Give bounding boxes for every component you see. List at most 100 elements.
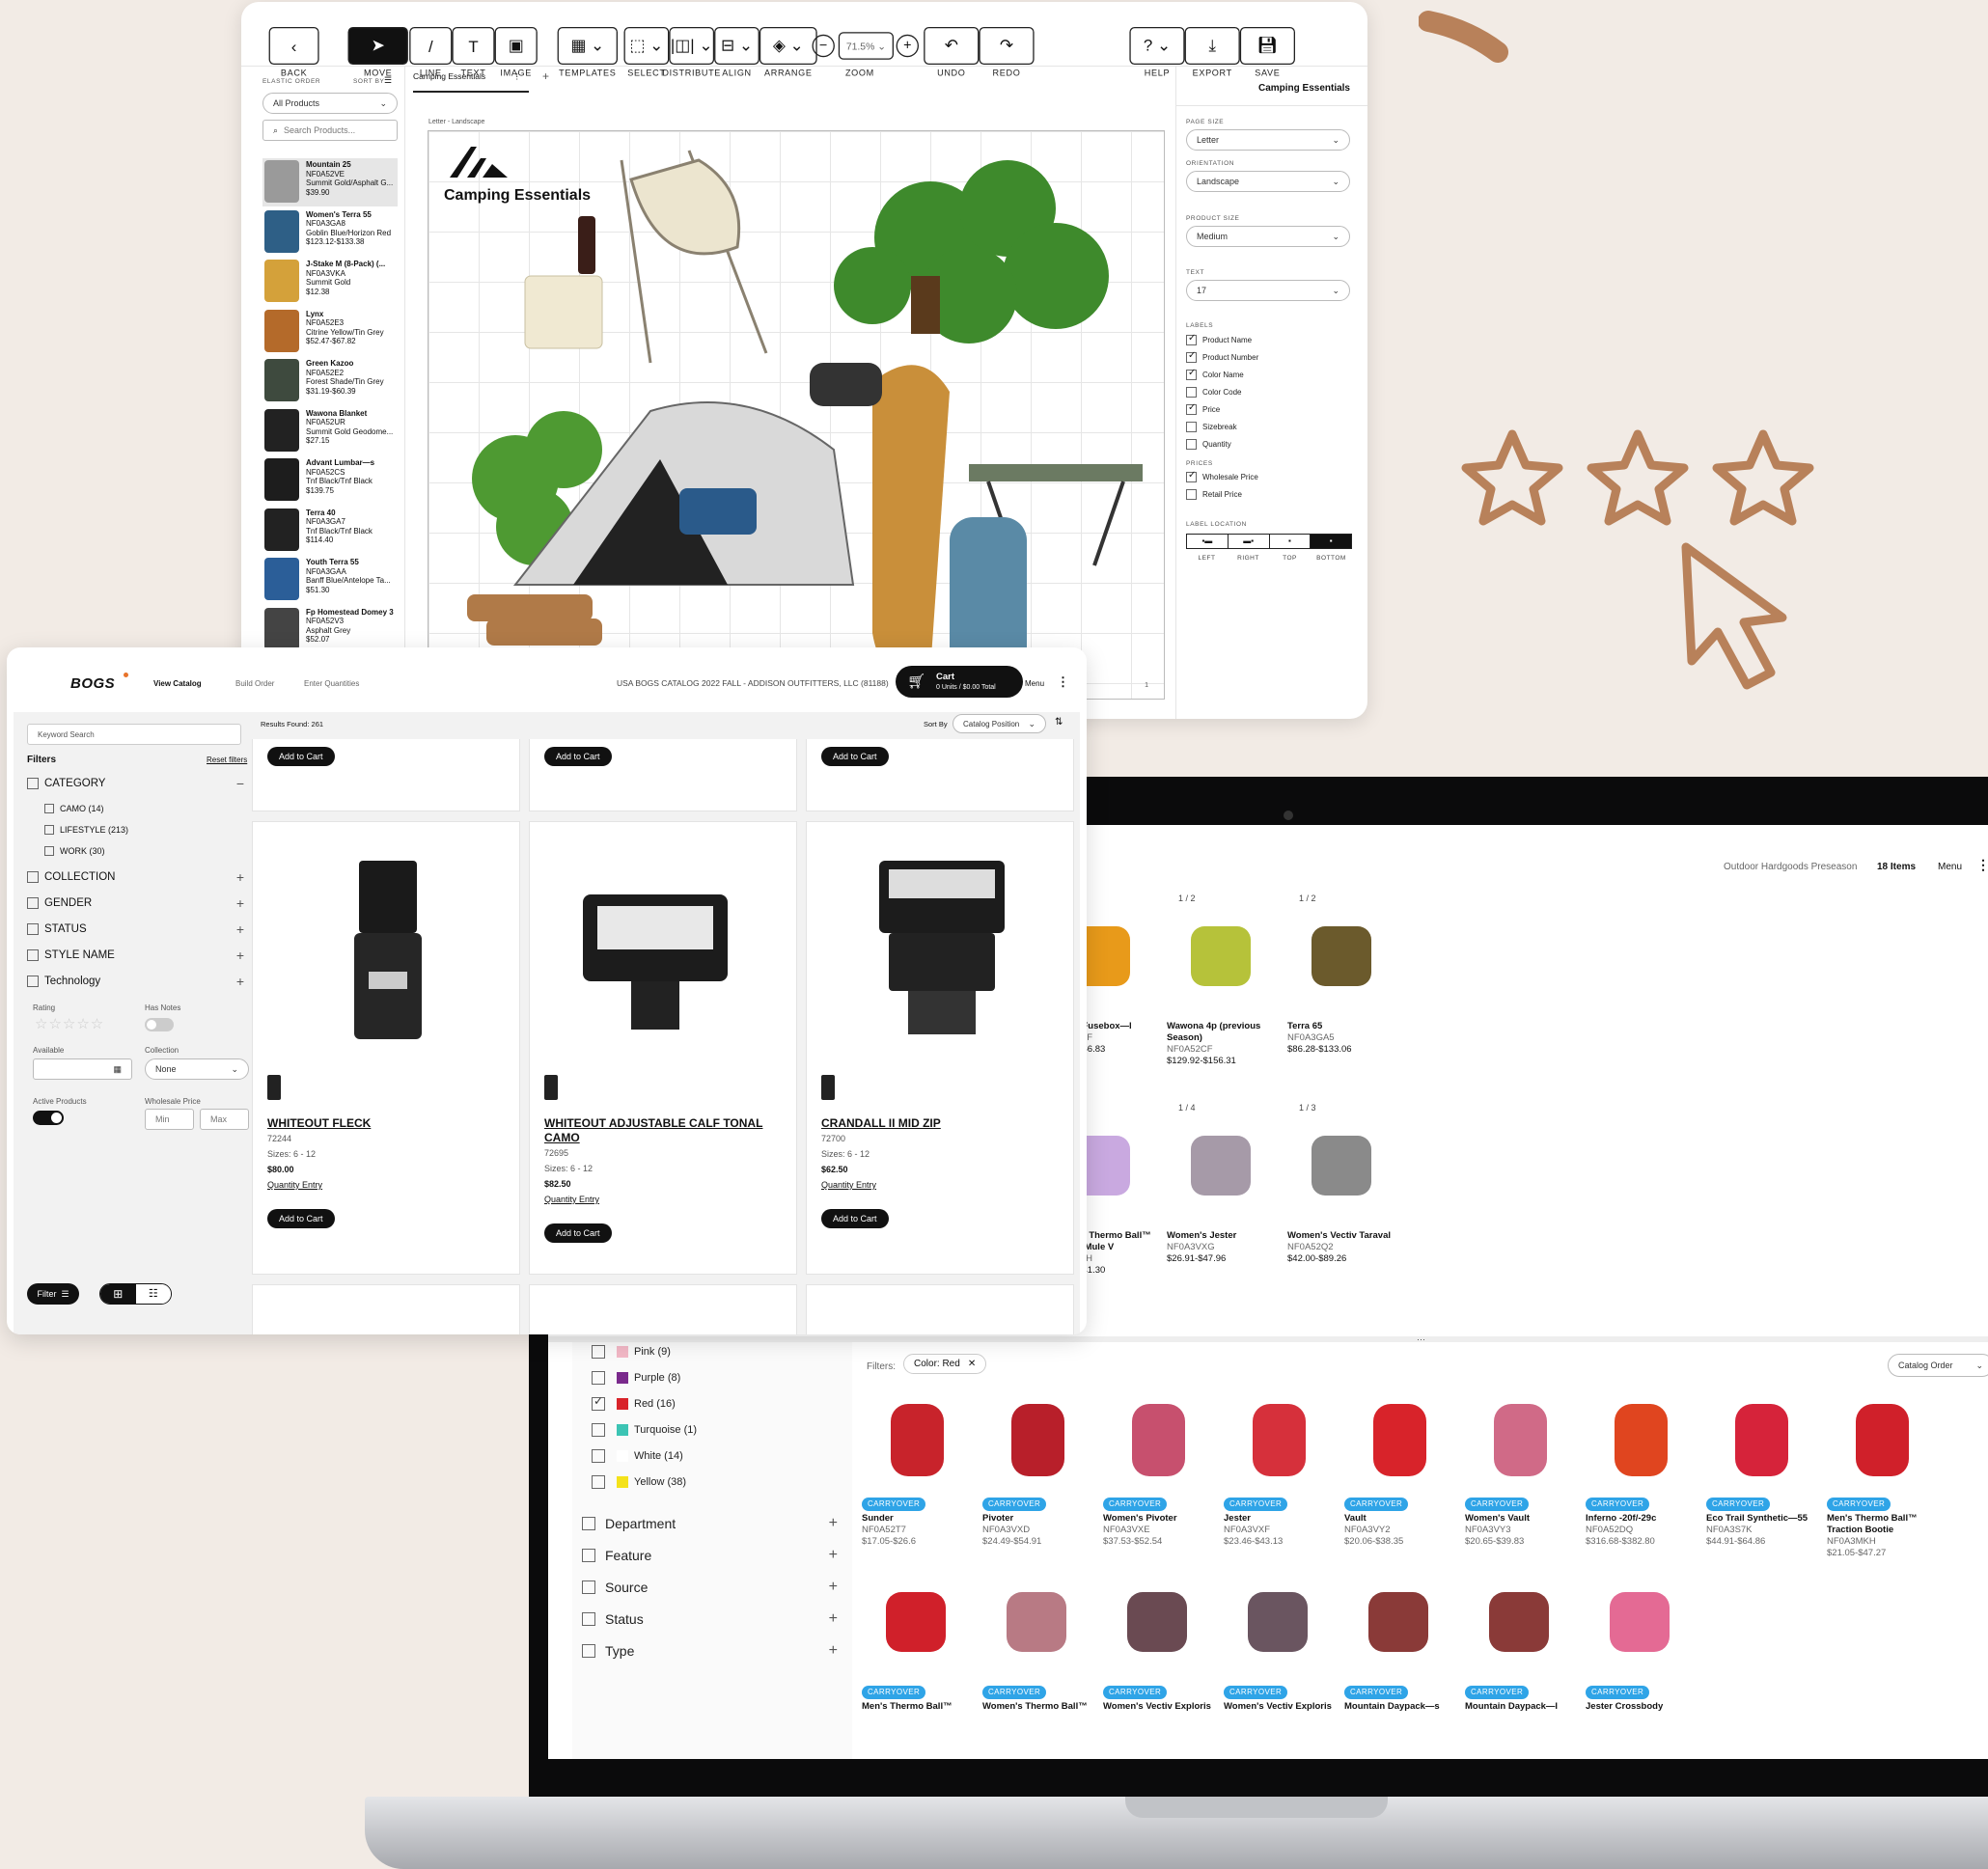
add-to-cart-button[interactable]: Add to Cart xyxy=(821,747,889,766)
rating-stars-input[interactable]: ☆☆☆☆☆ xyxy=(35,1015,104,1032)
checkbox[interactable] xyxy=(592,1394,605,1411)
add-to-cart-button[interactable]: Add to Cart xyxy=(544,747,612,766)
category-option[interactable]: WORK (30) xyxy=(44,846,262,856)
expand-icon[interactable]: + xyxy=(236,974,244,989)
nav-link-1[interactable]: Build Order xyxy=(235,679,274,688)
expand-icon[interactable]: + xyxy=(829,1642,838,1660)
checkbox[interactable] xyxy=(1186,368,1197,380)
expand-icon[interactable]: + xyxy=(829,1547,838,1564)
layout-canvas-page[interactable]: Camping Essentials 1 xyxy=(428,130,1165,700)
nav-link-0[interactable]: View Catalog xyxy=(153,679,202,688)
color-filter-option[interactable]: White (14) xyxy=(592,1449,683,1463)
lower-facet-source[interactable]: Source + xyxy=(582,1579,838,1596)
redo-button[interactable]: ↷ xyxy=(979,27,1035,65)
label-checkbox-row[interactable]: Retail Price xyxy=(1186,485,1258,503)
quantity-entry-link[interactable]: Quantity Entry xyxy=(267,1177,322,1193)
sort-direction-icon[interactable]: ⇅ xyxy=(1055,717,1063,728)
text-size-select[interactable]: 17 ⌄ xyxy=(1186,280,1350,301)
available-date-input[interactable]: ▦ xyxy=(33,1058,132,1080)
checkbox[interactable] xyxy=(27,949,39,961)
lower-facet-status[interactable]: Status + xyxy=(582,1610,838,1628)
add-tab-icon[interactable]: + xyxy=(542,69,549,83)
keyword-search-input[interactable]: Keyword Search xyxy=(27,724,241,745)
more-icon[interactable]: ⋮ xyxy=(513,71,522,82)
checkbox[interactable] xyxy=(592,1345,605,1359)
category-option[interactable]: CAMO (14) xyxy=(44,804,262,813)
catalog-tile[interactable]: 1 / 2 Terra 65 NF0A3GA5 $86.28-$133.06 xyxy=(1287,893,1401,1086)
expand-icon[interactable]: + xyxy=(829,1515,838,1532)
label-checkbox-row[interactable]: Color Code xyxy=(1186,383,1258,400)
filter-button[interactable]: Filter ☰ xyxy=(27,1283,79,1305)
close-icon[interactable]: ✕ xyxy=(968,1359,976,1369)
active-products-toggle[interactable] xyxy=(33,1111,64,1125)
lower-facet-feature[interactable]: Feature + xyxy=(582,1547,838,1564)
label-checkbox-row[interactable]: Quantity xyxy=(1186,435,1258,453)
expand-icon[interactable]: + xyxy=(236,921,244,937)
add-to-cart-button[interactable]: Add to Cart xyxy=(267,747,335,766)
checkbox[interactable] xyxy=(1186,350,1197,363)
zoom-out-icon[interactable]: − xyxy=(812,34,835,58)
menu-button[interactable]: Menu xyxy=(1938,862,1962,872)
arrange-button[interactable]: ◈ ⌄ xyxy=(759,27,817,65)
location-option-left[interactable]: ▪▬ xyxy=(1187,535,1228,548)
catalog-order-select[interactable]: Catalog Order ⌄ xyxy=(1888,1354,1988,1377)
color-filter-option[interactable]: Turquoise (1) xyxy=(592,1423,697,1437)
page-size-select[interactable]: Letter ⌄ xyxy=(1186,129,1350,151)
orientation-select[interactable]: Landscape ⌄ xyxy=(1186,171,1350,192)
expand-icon[interactable]: + xyxy=(236,948,244,963)
zoom-select[interactable]: 71.5% ⌄ xyxy=(838,32,894,60)
facet-collection[interactable]: COLLECTION + xyxy=(27,869,244,885)
select-button[interactable]: ⬚ ⌄ xyxy=(623,27,670,65)
product-filter-select[interactable]: All Products ⌄ xyxy=(262,93,398,114)
catalog-tile[interactable]: 1 / 2 Wawona 4p (previous Season) NF0A52… xyxy=(1167,893,1281,1086)
label-checkbox-row[interactable]: Sizebreak xyxy=(1186,418,1258,435)
zoom-in-icon[interactable]: + xyxy=(896,34,919,58)
menu-button[interactable]: Menu xyxy=(1025,679,1044,688)
checkbox[interactable] xyxy=(44,804,54,813)
collection-select[interactable]: None ⌄ xyxy=(145,1058,249,1080)
document-tab[interactable]: Camping Essentials ⋮ xyxy=(413,71,529,93)
checkbox[interactable] xyxy=(592,1449,605,1463)
checkbox[interactable] xyxy=(1186,402,1197,415)
back-button[interactable]: ‹ xyxy=(268,27,319,65)
product-name[interactable]: WHITEOUT ADJUSTABLE CALF TONAL CAMO xyxy=(544,1116,786,1145)
save-button[interactable]: 💾︎ xyxy=(1239,27,1295,65)
help-button[interactable]: ? ⌄ xyxy=(1129,27,1185,65)
checkbox[interactable] xyxy=(27,871,39,883)
add-to-cart-button[interactable]: Add to Cart xyxy=(267,1209,335,1228)
checkbox[interactable] xyxy=(582,1517,595,1530)
product-card[interactable]: WHITEOUT FLECK 72244 Sizes: 6 - 12 $80.0… xyxy=(252,821,520,1275)
facet-status[interactable]: STATUS + xyxy=(27,921,244,937)
max-price-input[interactable]: Max xyxy=(200,1109,249,1130)
label-checkbox-row[interactable]: Product Number xyxy=(1186,348,1258,366)
product-list-item[interactable]: Terra 40 NF0A3GA7 Tnf Black/Tnf Black $1… xyxy=(262,507,398,555)
expand-icon[interactable]: + xyxy=(829,1579,838,1596)
checkbox[interactable] xyxy=(592,1423,605,1437)
move-tool-button[interactable]: ➤ xyxy=(347,27,408,65)
checkbox[interactable] xyxy=(27,976,39,987)
product-size-select[interactable]: Medium ⌄ xyxy=(1186,226,1350,247)
product-name[interactable]: CRANDALL II MID ZIP xyxy=(821,1116,1063,1131)
product-list-item[interactable]: Lynx NF0A52E3 Citrine Yellow/Tin Grey $5… xyxy=(262,308,398,356)
expand-icon[interactable]: + xyxy=(829,1610,838,1628)
color-filter-option[interactable]: Pink (9) xyxy=(592,1345,671,1359)
grid-view-icon[interactable]: ⊞ xyxy=(100,1284,136,1304)
expand-icon[interactable]: + xyxy=(236,869,244,885)
reset-filters-link[interactable]: Reset filters xyxy=(207,756,247,764)
collapse-icon[interactable]: − xyxy=(236,776,244,791)
checkbox[interactable] xyxy=(582,1612,595,1626)
color-filter-option[interactable]: Yellow (38) xyxy=(592,1475,686,1489)
align-button[interactable]: ⊟ ⌄ xyxy=(714,27,759,65)
catalog-tile[interactable]: 1 / 3 Women's Vectiv Taraval NF0A52Q2 $4… xyxy=(1287,1102,1401,1295)
image-tool-button[interactable]: ▣ xyxy=(494,27,538,65)
sort-icon[interactable]: ☰ xyxy=(384,75,392,86)
has-notes-toggle[interactable] xyxy=(145,1018,174,1031)
add-to-cart-button[interactable]: Add to Cart xyxy=(821,1209,889,1228)
text-tool-button[interactable]: T xyxy=(452,27,495,65)
location-option-top[interactable]: ▪ xyxy=(1268,535,1311,548)
sort-select[interactable]: Catalog Position ⌄ xyxy=(953,714,1046,733)
quantity-entry-link[interactable]: Quantity Entry xyxy=(544,1192,599,1207)
checkbox[interactable] xyxy=(44,846,54,856)
product-name[interactable]: WHITEOUT FLECK xyxy=(267,1116,509,1131)
line-tool-button[interactable]: / xyxy=(409,27,453,65)
